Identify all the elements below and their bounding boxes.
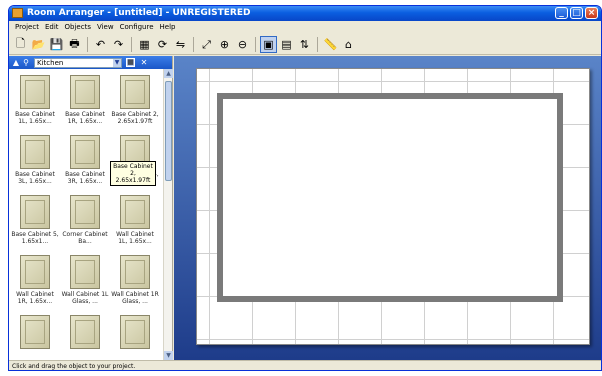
library-item[interactable]: Wall Cabinet 1L, 1.65x... (111, 191, 159, 249)
library-item-label: Base Cabinet 5, 1.65x1... (11, 231, 59, 245)
undo-icon[interactable]: ↶ (92, 36, 109, 53)
grid-view-icon[interactable]: ▦ (126, 58, 135, 67)
3d-view-icon[interactable]: ⌂ (340, 36, 357, 53)
toolbar-separator (131, 37, 132, 52)
chevron-down-icon: ▼ (113, 58, 121, 67)
sort-icon[interactable]: ⇅ (296, 36, 313, 53)
library-item-label: Base Cabinet 3L, 1.65x... (15, 171, 55, 185)
menu-configure[interactable]: Configure (117, 21, 157, 34)
library-item[interactable] (111, 311, 159, 360)
save-icon[interactable]: 💾 (48, 36, 65, 53)
status-bar: Click and drag the object to your projec… (9, 360, 601, 370)
library-item-label: Wall Cabinet 1L Glass, ... (61, 291, 109, 305)
library-item-label: Base Cabinet 1R, 1.65x... (65, 111, 105, 125)
toolbar-separator (193, 37, 194, 52)
library-item[interactable]: Corner Cabinet Ba... (61, 191, 109, 249)
window-title: Room Arranger - [untitled] - UNREGISTERE… (27, 8, 251, 18)
new-icon[interactable]: 🗋 (12, 36, 29, 53)
object-library-panel: ▲ ⚲ Kitchen ▼ ▦ ✕ Base Cabinet 1L, 1.65x… (9, 56, 173, 360)
menu-objects[interactable]: Objects (62, 21, 94, 34)
library-item-label: Base Cabinet 1L, 1.65x... (15, 111, 55, 125)
menu-help[interactable]: Help (157, 21, 179, 34)
library-item-label: Base Cabinet 3R, 1.65x... (65, 171, 105, 185)
redo-icon[interactable]: ↷ (110, 36, 127, 53)
project-workspace (174, 56, 601, 360)
scroll-up-icon[interactable]: ▲ (164, 69, 173, 78)
properties-icon[interactable]: ▦ (136, 36, 153, 53)
cabinet-thumbnail-icon (20, 195, 50, 229)
floor-plan-canvas[interactable] (196, 68, 590, 345)
zoom-out-icon[interactable]: ⊖ (234, 36, 251, 53)
scroll-thumb[interactable] (165, 81, 172, 181)
cabinet-thumbnail-icon (120, 255, 150, 289)
app-window: Room Arranger - [untitled] - UNREGISTERE… (8, 5, 602, 371)
cabinet-thumbnail-icon (120, 315, 150, 349)
library-item-label: Wall Cabinet 1R, 1.65x... (16, 291, 54, 305)
category-value: Kitchen (37, 58, 64, 67)
library-item[interactable] (61, 311, 109, 360)
library-item[interactable]: Base Cabinet 3L, 1.65x... (11, 131, 59, 189)
up-arrow-icon[interactable]: ▲ (12, 58, 20, 67)
cabinet-thumbnail-icon (70, 195, 100, 229)
library-item-label: Wall Cabinet 1L, 1.65x... (116, 231, 154, 245)
cabinet-thumbnail-icon (70, 75, 100, 109)
library-item-label: Base Cabinet 2, 2.65x1.97ft (111, 111, 159, 125)
cabinet-thumbnail-icon (20, 315, 50, 349)
search-icon[interactable]: ⚲ (22, 58, 30, 67)
library-item[interactable]: Base Cabinet 1R, 1.65x... (61, 71, 109, 129)
menu-view[interactable]: View (94, 21, 117, 34)
library-item[interactable]: Base Cabinet 1L, 1.65x... (11, 71, 59, 129)
cabinet-thumbnail-icon (20, 75, 50, 109)
library-item-label: Wall Cabinet 1R Glass, ... (111, 291, 159, 305)
library-item[interactable]: Base Cabinet 3R, 1.65x... (61, 131, 109, 189)
menu-project[interactable]: Project (12, 21, 42, 34)
cabinet-thumbnail-icon (70, 255, 100, 289)
menu-bar: Project Edit Objects View Configure Help (9, 21, 601, 34)
object-tooltip: Base Cabinet 2, 2.65x1.97ft (110, 161, 156, 186)
library-item[interactable]: Base Cabinet 2, 2.65x1.97ft (111, 71, 159, 129)
toolbar-separator (255, 37, 256, 52)
panel-header: ▲ ⚲ Kitchen ▼ ▦ ✕ (9, 56, 172, 69)
cabinet-thumbnail-icon (70, 315, 100, 349)
panel-scrollbar[interactable]: ▲ ▼ (163, 69, 173, 360)
close-button[interactable]: × (585, 7, 598, 19)
cabinet-thumbnail-icon (120, 195, 150, 229)
library-item[interactable]: Wall Cabinet 1L Glass, ... (61, 251, 109, 309)
flip-icon[interactable]: ⇋ (172, 36, 189, 53)
object-grid: Base Cabinet 1L, 1.65x... Base Cabinet 1R… (9, 69, 163, 360)
toolbar-separator (317, 37, 318, 52)
library-item[interactable]: Base Cabinet 5, 1.65x1... (11, 191, 59, 249)
cabinet-thumbnail-icon (20, 135, 50, 169)
open-icon[interactable]: 📂 (30, 36, 47, 53)
cabinet-thumbnail-icon (120, 75, 150, 109)
library-item[interactable]: Wall Cabinet 1R Glass, ... (111, 251, 159, 309)
toolbar-separator (87, 37, 88, 52)
title-bar[interactable]: Room Arranger - [untitled] - UNREGISTERE… (9, 6, 601, 21)
toolbar: 🗋 📂 💾 🖶 ↶ ↷ ▦ ⟳ ⇋ ⤢ ⊕ ⊖ ▣ ▤ ⇅ 📏 ⌂ (9, 35, 601, 55)
menu-edit[interactable]: Edit (42, 21, 62, 34)
category-select[interactable]: Kitchen ▼ (34, 57, 122, 68)
library-item-label: Corner Cabinet Ba... (62, 231, 108, 245)
rotate-icon[interactable]: ⟳ (154, 36, 171, 53)
zoom-in-icon[interactable]: ⊕ (216, 36, 233, 53)
objects-list-icon[interactable]: ▤ (278, 36, 295, 53)
close-panel-icon[interactable]: ✕ (140, 58, 148, 67)
room-walls[interactable] (217, 93, 563, 302)
library-item[interactable] (11, 311, 59, 360)
zoom-fit-icon[interactable]: ⤢ (198, 36, 215, 53)
maximize-button[interactable]: □ (570, 7, 583, 19)
cabinet-thumbnail-icon (70, 135, 100, 169)
app-icon (12, 8, 23, 18)
measure-icon[interactable]: 📏 (322, 36, 339, 53)
cabinet-thumbnail-icon (20, 255, 50, 289)
minimize-button[interactable]: _ (555, 7, 568, 19)
library-item[interactable]: Wall Cabinet 1R, 1.65x... (11, 251, 59, 309)
print-icon[interactable]: 🖶 (66, 36, 83, 53)
scroll-down-icon[interactable]: ▼ (164, 351, 173, 360)
top-view-icon[interactable]: ▣ (260, 36, 277, 53)
